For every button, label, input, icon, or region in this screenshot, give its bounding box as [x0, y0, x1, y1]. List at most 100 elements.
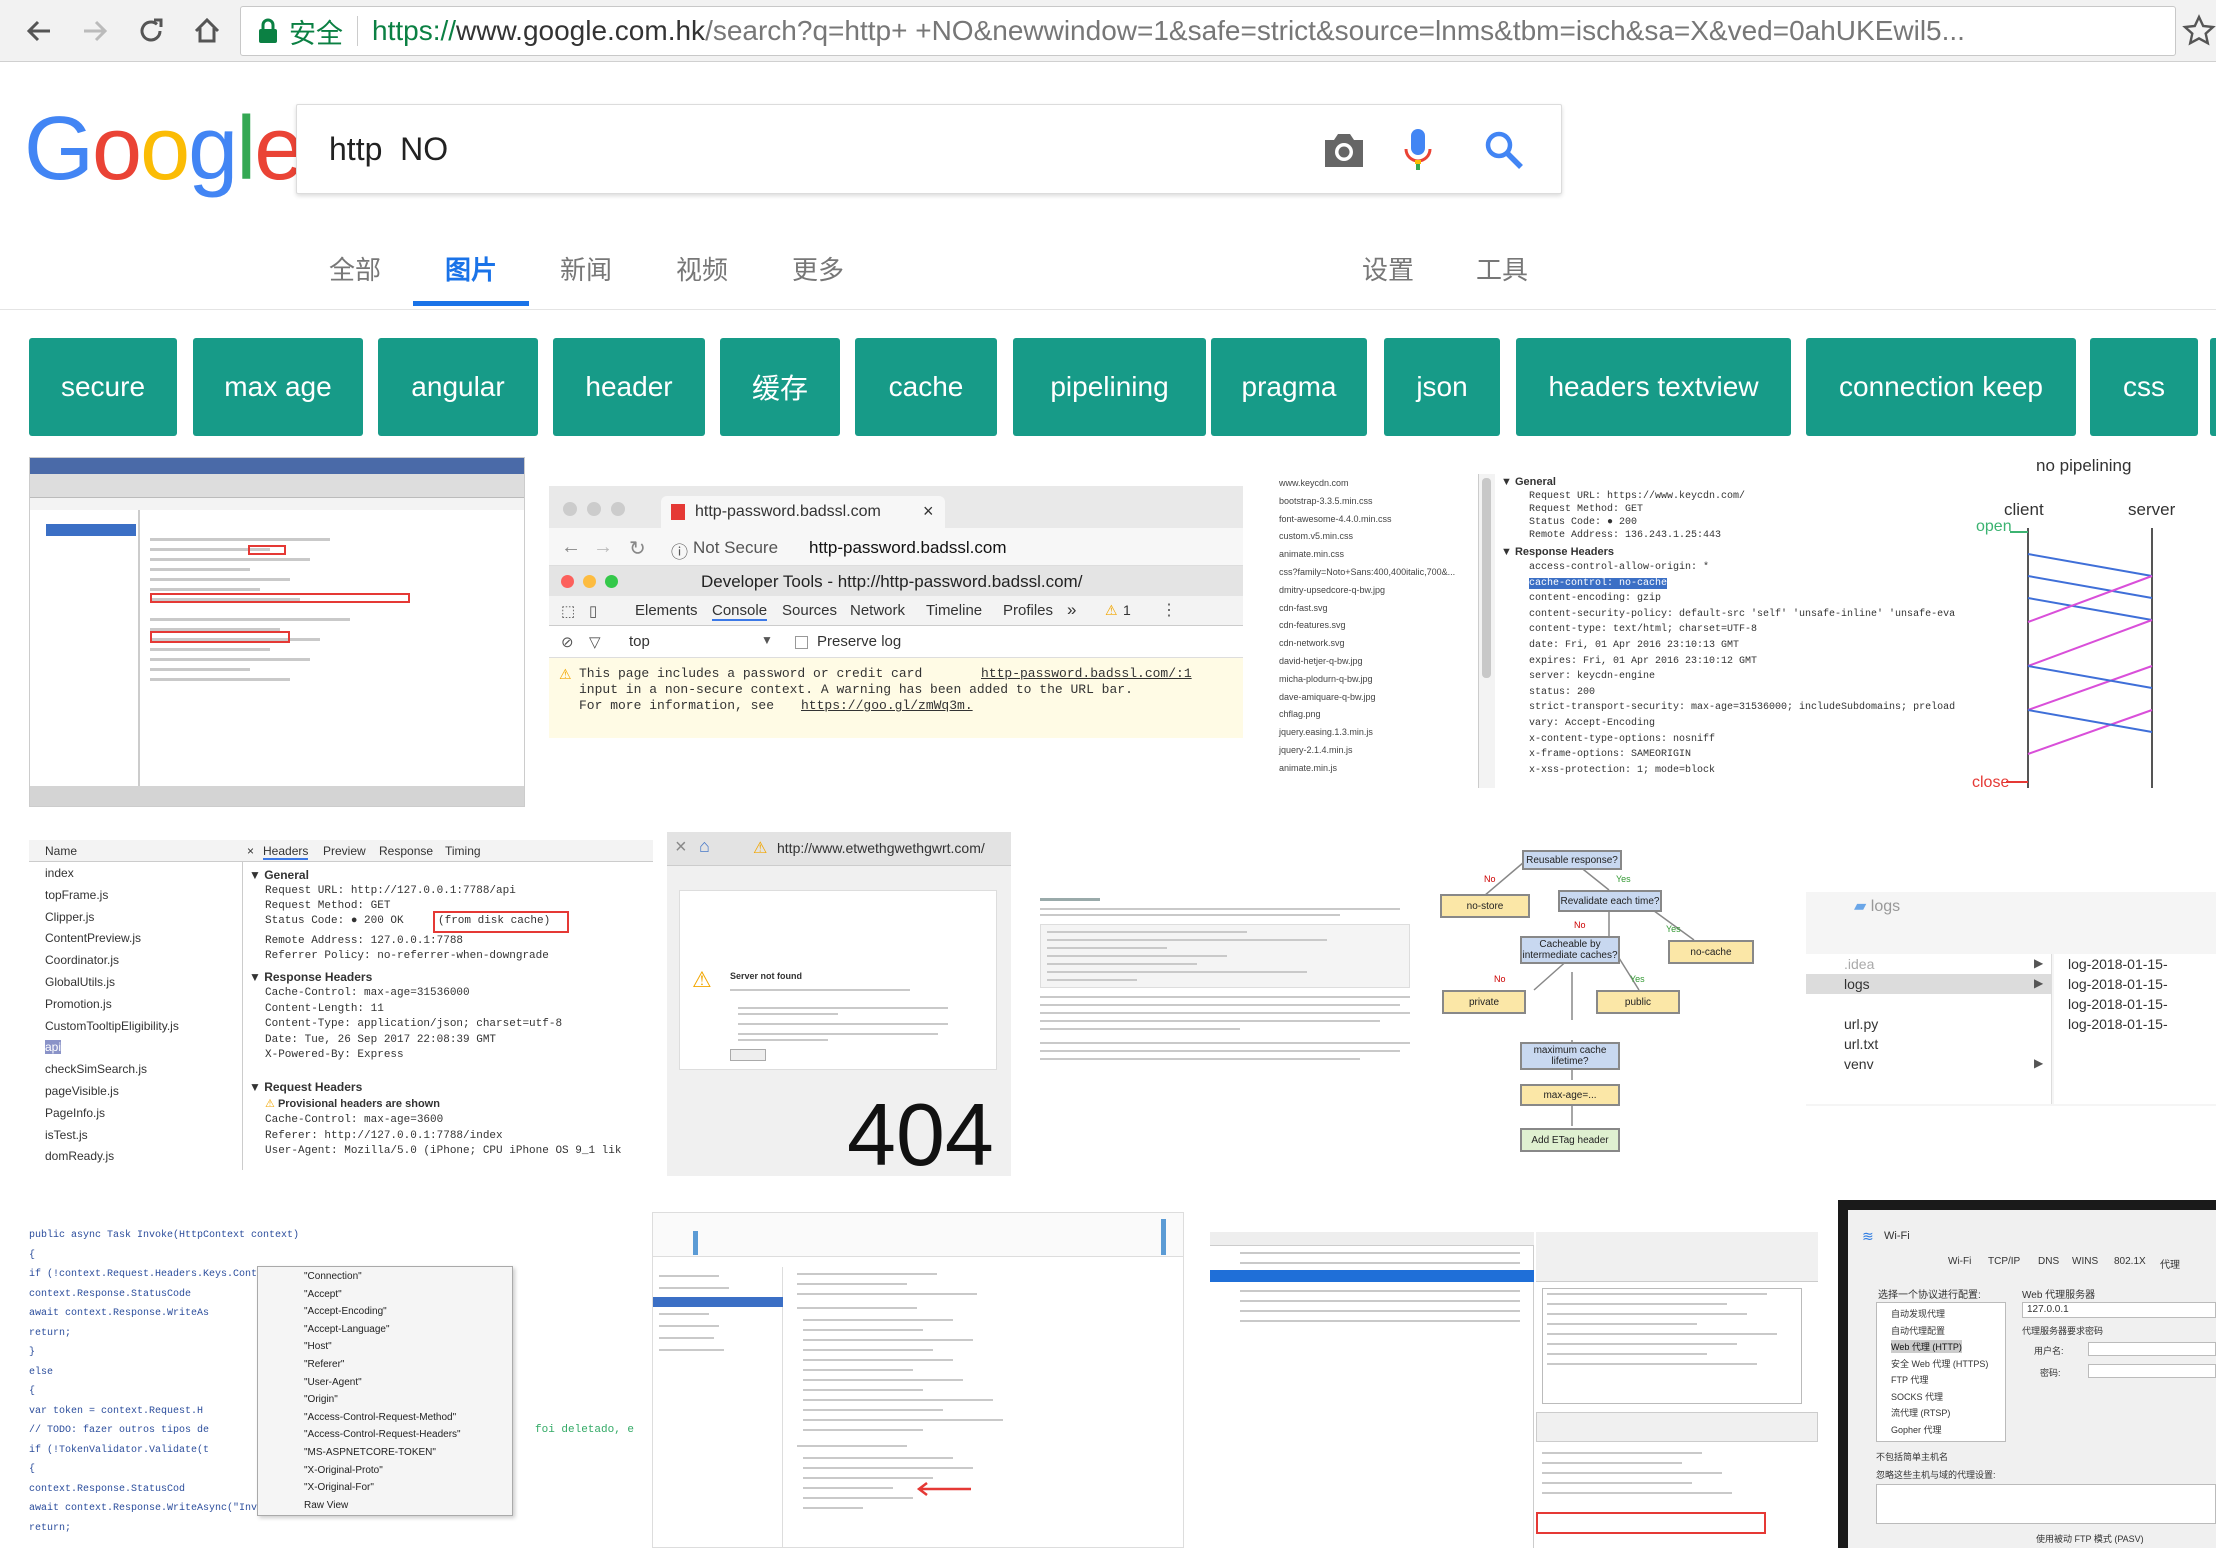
pane-tab: Preview: [323, 844, 366, 858]
file-row: animate.min.js: [1279, 762, 1338, 773]
related-chip[interactable]: css: [2090, 338, 2198, 436]
code-line: context.Response.StatusCode: [29, 1288, 192, 1300]
home-button[interactable]: [186, 10, 228, 52]
dialog-title: Wi-Fi: [1884, 1230, 1910, 1242]
header-line: X-Powered-By: Express: [265, 1049, 404, 1061]
related-chip[interactable]: headers textview: [1516, 338, 1791, 436]
image-result[interactable]: Reusable response? no-store Revalidate e…: [1434, 840, 1792, 1176]
header-line: vary: Accept-Encoding: [1529, 718, 1656, 729]
tab-settings[interactable]: 设置: [1362, 250, 1414, 306]
pane-tab: Timing: [445, 844, 481, 858]
warning-text: input in a non-secure context. A warning…: [579, 682, 1133, 697]
search-box: [296, 104, 1562, 194]
related-chip[interactable]: connection keep: [1806, 338, 2076, 436]
popup-item: "MS-ASPNETCORE-TOKEN": [304, 1447, 436, 1458]
related-chip[interactable]: header: [553, 338, 705, 436]
code-line: if (!TokenValidator.Validate(t: [29, 1444, 210, 1456]
tab-news[interactable]: 新闻: [560, 250, 612, 306]
file-row: custom.v5.min.css: [1279, 531, 1354, 542]
related-chip[interactable]: json: [1384, 338, 1500, 436]
header-line: content-security-policy: default-src 'se…: [1529, 608, 1956, 620]
related-chip[interactable]: 缓存: [720, 338, 840, 436]
related-chip[interactable]: [2210, 338, 2216, 436]
url-text[interactable]: https://www.google.com.hk/search?q=http+…: [372, 15, 1965, 47]
file-row: animate.min.css: [1279, 549, 1345, 560]
image-result[interactable]: ≋ Wi-Fi Wi-Fi TCP/IP DNS WINS 802.1X 代理 …: [1838, 1200, 2216, 1548]
logo-letter: o: [92, 99, 142, 199]
tab-images[interactable]: 图片: [413, 250, 529, 306]
image-result[interactable]: [29, 457, 525, 807]
debugger-popup: "Connection" "Accept" "Accept-Encoding" "Ac…: [257, 1266, 513, 1516]
request-list: Name index topFrame.js Clipper.js ContentPr…: [29, 840, 243, 1170]
file-row: dmitry-upsedcore-q-bw.jpg: [1279, 584, 1386, 595]
password-label: 密码:: [2040, 1368, 2061, 1378]
image-result[interactable]: [1210, 1232, 1818, 1548]
file-row: jquery.easing.1.3.min.js: [1279, 727, 1373, 738]
file-row: index: [45, 866, 74, 880]
browser-toolbar: 安全 https://www.google.com.hk/search?q=ht…: [0, 0, 2216, 62]
url-scheme: https://: [372, 15, 457, 46]
related-chip[interactable]: angular: [378, 338, 538, 436]
file-row: chflag.png: [1279, 709, 1321, 720]
image-result[interactable]: no pipelining client server open close: [1966, 452, 2216, 798]
image-result[interactable]: public async Task Invoke(HttpContext con…: [29, 1226, 639, 1548]
header-line: cache-control: no-cache: [1529, 577, 1668, 589]
forward-button[interactable]: [74, 10, 116, 52]
related-chip[interactable]: max age: [193, 338, 363, 436]
popup-item: "Accept": [304, 1288, 342, 1300]
close-icon: ×: [923, 501, 934, 521]
bookmark-star-icon[interactable]: [2182, 14, 2216, 48]
tab-tools[interactable]: 工具: [1476, 250, 1528, 306]
warning-icon: ⚠: [265, 1098, 275, 1110]
image-result[interactable]: http-password.badssl.com × ← → ↻ ⓘ Not S…: [549, 486, 1243, 738]
headers-pane: × Headers Preview Response Timing ▼ Gene…: [243, 840, 653, 1170]
related-chip[interactable]: cache: [855, 338, 997, 436]
header-line: server: keycdn-engine: [1529, 671, 1656, 683]
tab-video[interactable]: 视频: [676, 250, 728, 306]
address-divider: [357, 16, 358, 46]
tab-more[interactable]: 更多: [792, 250, 844, 306]
logo-letter: l: [236, 99, 256, 199]
header-line: x-content-type-options: nosniff: [1529, 733, 1716, 745]
needs-password-label: 代理服务器要求密码: [2022, 1326, 2104, 1336]
log-file: log-2018-01-15-: [2068, 976, 2168, 992]
warning-count: 1: [1123, 602, 1131, 618]
image-result[interactable]: Name index topFrame.js Clipper.js ContentPr…: [29, 840, 653, 1170]
google-logo[interactable]: Google: [24, 104, 304, 194]
code-line: return;: [29, 1522, 72, 1534]
image-result[interactable]: [652, 1212, 1184, 1548]
header-line: content-type: text/html; charset=UTF-8: [1529, 624, 1758, 636]
reload-button[interactable]: [130, 10, 172, 52]
flow-node: no-cache: [1668, 940, 1754, 964]
protocol-item: Web 代理 (HTTP): [1891, 1340, 1962, 1353]
status-bar: [30, 786, 524, 806]
related-chip[interactable]: secure: [29, 338, 177, 436]
proxy-server-value: 127.0.0.1: [2027, 1304, 2069, 1315]
camera-icon[interactable]: [1321, 131, 1367, 169]
address-bar[interactable]: 安全 https://www.google.com.hk/search?q=ht…: [240, 6, 2176, 56]
search-icon[interactable]: [1483, 129, 1525, 171]
search-input[interactable]: [329, 105, 1309, 193]
finder-column: .idea logs url.py url.txt venv ▶ ▶ ▶: [1806, 954, 2052, 1104]
warning-link: https://goo.gl/zmWq3m.: [801, 698, 973, 713]
header-line: x-frame-options: SAMEORIGIN: [1529, 749, 1692, 761]
file-row: cdn-features.svg: [1279, 620, 1346, 631]
popup-item: "Host": [304, 1341, 332, 1353]
dialog-tab: 代理: [2160, 1260, 2180, 1271]
file-row: ContentPreview.js: [45, 931, 142, 946]
not-secure-label: Not Secure: [693, 538, 779, 557]
image-result[interactable]: × ⌂ ⚠ http://www.etwethgwethgwrt.com/ ⚠ …: [667, 832, 1011, 1176]
tab-all[interactable]: 全部: [329, 250, 381, 306]
microphone-icon[interactable]: [1403, 127, 1433, 173]
back-button[interactable]: [18, 10, 60, 52]
splitter: [138, 510, 140, 786]
image-result[interactable]: ▰ logs .idea logs url.py url.txt venv ▶ …: [1806, 892, 2216, 1106]
image-result[interactable]: [1034, 890, 1418, 1080]
section-response-headers: Response Headers: [1514, 546, 1614, 558]
session-list: [1210, 1232, 1534, 1548]
section-response-headers: Response Headers: [264, 970, 373, 984]
highlight-box: [150, 631, 290, 643]
related-chip[interactable]: pipelining: [1013, 338, 1206, 436]
protocol-label: 选择一个协议进行配置:: [1878, 1290, 1981, 1301]
related-chip[interactable]: pragma: [1211, 338, 1367, 436]
